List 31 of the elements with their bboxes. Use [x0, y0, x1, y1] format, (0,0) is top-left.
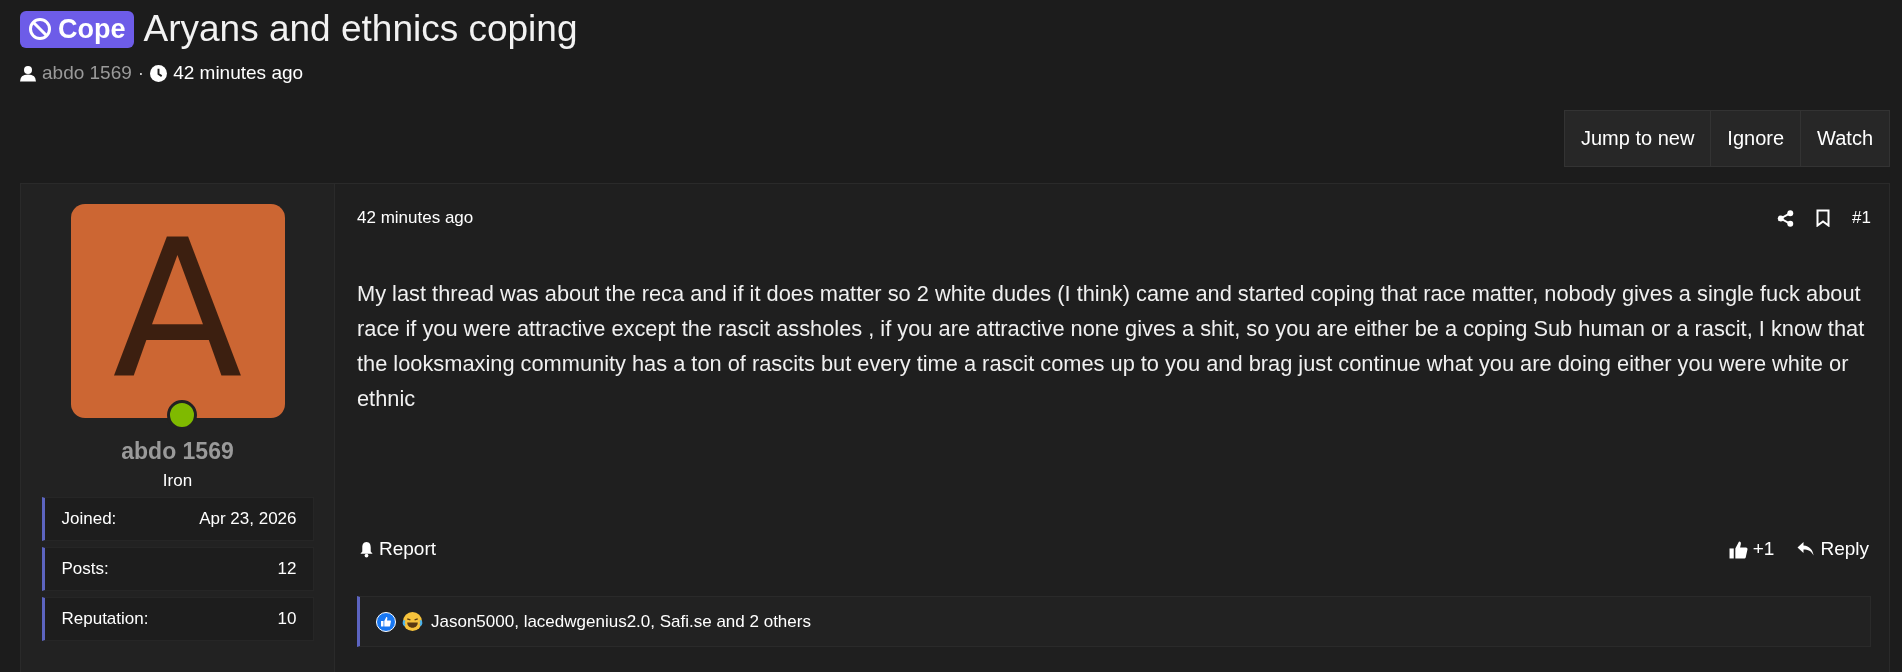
- prohibited-icon: [28, 17, 52, 41]
- user-icon: [20, 64, 36, 82]
- stat-label: Joined:: [61, 509, 117, 529]
- reaction-users-link[interactable]: Jason5000, lacedwgenius2.0, Safi.se and 2 others: [431, 611, 811, 632]
- bell-icon: [359, 540, 374, 558]
- post-time[interactable]: 42 minutes ago: [357, 208, 474, 228]
- author-link[interactable]: abdo 1569: [42, 62, 132, 84]
- post-body: My last thread was about the reca and if it does matter so 2 white dudes (I think) came and started coping that race matter, nobody gives a single fuck about race if you were attractive except the rascit assholes , if you are attractive none gives a shit, so you are either be a coping Sub human or a rascit, I know that the looksmaxing community has a ton of rascits but every time a rascit comes up to you and brag just continue what you are doing either you were white or ethnic: [357, 280, 1866, 413]
- separator: ·: [137, 62, 145, 84]
- thumbs-up-icon: [1728, 539, 1748, 559]
- stat-label: Reputation:: [61, 609, 149, 629]
- username[interactable]: abdo 1569: [121, 438, 234, 465]
- clock-icon: [150, 64, 168, 82]
- stat-label: Posts:: [61, 559, 109, 579]
- stat-value: Apr 23, 2026: [199, 509, 297, 529]
- prefix-label[interactable]: Cope: [20, 10, 134, 48]
- laughing-face-icon: [402, 611, 423, 632]
- like-reaction-icon: [376, 611, 396, 632]
- thread-time: 42 minutes ago: [173, 62, 304, 84]
- stat-value: 10: [277, 609, 297, 629]
- avatar[interactable]: A: [70, 204, 285, 418]
- stat-value: 12: [277, 559, 297, 579]
- thread-title: Aryans and ethnics coping: [143, 8, 578, 50]
- user-rank: Iron: [162, 471, 193, 491]
- reply-icon: [1796, 541, 1816, 557]
- reply-button[interactable]: Reply: [1794, 534, 1871, 564]
- bookmark-icon[interactable]: [1816, 209, 1831, 227]
- like-button[interactable]: +1: [1726, 534, 1777, 564]
- report-button[interactable]: Report: [357, 534, 439, 564]
- share-icon[interactable]: [1777, 209, 1795, 227]
- post-number[interactable]: #1: [1852, 208, 1871, 228]
